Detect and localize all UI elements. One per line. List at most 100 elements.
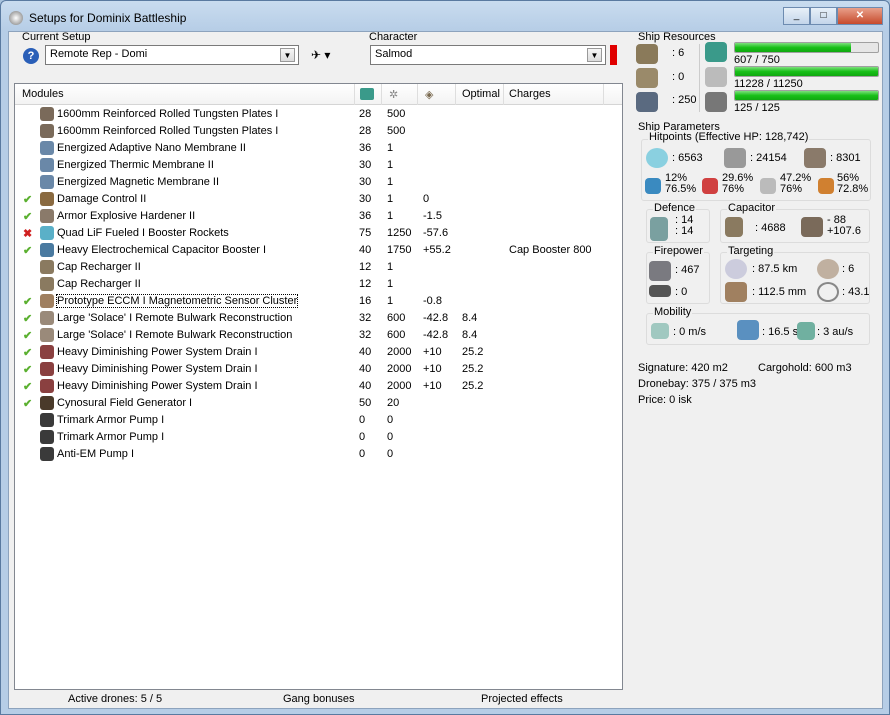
- offline-x-icon[interactable]: ✖: [23, 227, 32, 240]
- shield-hp: : 6563: [672, 152, 703, 164]
- module-cpu: 36: [359, 142, 372, 154]
- module-powergrid: 1: [387, 278, 394, 290]
- module-row[interactable]: ✔ Cynosural Field Generator I 50 20: [15, 395, 622, 412]
- col-charges[interactable]: Charges: [509, 88, 551, 104]
- module-name: Large 'Solace' I Remote Bulwark Reconstr…: [57, 329, 293, 341]
- title-bar: Setups for Dominix Battleship: [9, 8, 186, 28]
- projected-effects-button[interactable]: Projected effects: [481, 693, 563, 705]
- module-name: Trimark Armor Pump I: [57, 431, 165, 443]
- thermal-resist-icon: [702, 178, 718, 194]
- module-row[interactable]: Trimark Armor Pump I 0 0: [15, 412, 622, 429]
- cpu-bar: [734, 42, 879, 53]
- powergrid-col-icon[interactable]: ✲: [389, 88, 398, 104]
- module-row[interactable]: ✔ Large 'Solace' I Remote Bulwark Reconst…: [15, 327, 622, 344]
- minimize-button[interactable]: _: [783, 7, 810, 25]
- max-targets: : 6: [842, 263, 855, 275]
- module-row[interactable]: Trimark Armor Pump I 0 0: [15, 429, 622, 446]
- module-row[interactable]: ✔ Heavy Diminishing Power System Drain I 4…: [15, 378, 622, 395]
- active-check-icon[interactable]: ✔: [23, 380, 32, 393]
- module-row[interactable]: ✔ Damage Control II 30 1 0: [15, 191, 622, 208]
- maximize-button[interactable]: □: [810, 7, 837, 25]
- module-cpu: 40: [359, 363, 372, 375]
- module-row[interactable]: 1600mm Reinforced Rolled Tungsten Plates…: [15, 106, 622, 123]
- em-armor-resist: 76.5%: [665, 183, 697, 195]
- warp-speed: : 3 au/s: [817, 326, 854, 338]
- active-check-icon[interactable]: ✔: [23, 363, 32, 376]
- gang-bonuses-button[interactable]: Gang bonuses: [283, 693, 355, 705]
- structure-icon: [804, 148, 826, 168]
- module-row[interactable]: Energized Magnetic Membrane II 30 1: [15, 174, 622, 191]
- module-powergrid: 1750: [387, 244, 412, 256]
- module-powergrid: 20: [387, 397, 400, 409]
- app-icon: [9, 11, 23, 25]
- calibration-icon: [705, 92, 727, 112]
- powergrid-value: 11228 / 11250: [734, 78, 803, 90]
- character-value: Salmod: [375, 48, 413, 60]
- module-name: Cynosural Field Generator I: [57, 397, 193, 409]
- module-row[interactable]: ✔ Heavy Electrochemical Capacitor Booster…: [15, 242, 622, 259]
- close-button[interactable]: ✕: [837, 7, 883, 25]
- module-row[interactable]: ✖ Quad LiF Fueled I Booster Rockets 75 1250…: [15, 225, 622, 242]
- module-row[interactable]: 1600mm Reinforced Rolled Tungsten Plates…: [15, 123, 622, 140]
- targeting-title: Targeting: [727, 245, 775, 257]
- active-check-icon[interactable]: ✔: [23, 210, 32, 223]
- module-powergrid: 0: [387, 431, 394, 443]
- module-name: Energized Adaptive Nano Membrane II: [57, 142, 246, 154]
- window: Setups for Dominix Battleship _ □ ✕ Curr…: [0, 0, 890, 715]
- module-cpu: 0: [359, 431, 366, 443]
- ship-menu-button[interactable]: ✈ ▾: [311, 48, 330, 62]
- module-row[interactable]: ✔ Large 'Solace' I Remote Bulwark Reconst…: [15, 310, 622, 327]
- active-check-icon[interactable]: ✔: [23, 397, 32, 410]
- module-row[interactable]: ✔ Armor Explosive Hardener II 36 1 -1.5: [15, 208, 622, 225]
- module-cpu: 32: [359, 329, 372, 341]
- module-icon: [40, 226, 54, 240]
- module-row[interactable]: Cap Recharger II 12 1: [15, 259, 622, 276]
- module-row[interactable]: ✔ Heavy Diminishing Power System Drain I 4…: [15, 361, 622, 378]
- module-name: Cap Recharger II: [57, 261, 141, 273]
- powergrid-bar: [734, 66, 879, 77]
- character-select[interactable]: Salmod ▼: [370, 45, 606, 65]
- firepower-title: Firepower: [653, 245, 704, 257]
- firepower-group: Firepower : 467 : 0: [646, 245, 710, 304]
- module-powergrid: 1: [387, 142, 394, 154]
- active-check-icon[interactable]: ✔: [23, 312, 32, 325]
- price: Price: 0 isk: [638, 394, 692, 406]
- active-check-icon[interactable]: ✔: [23, 244, 32, 257]
- explosive-resist-icon: [818, 178, 834, 194]
- scan-resolution-icon: [725, 282, 747, 302]
- dps-icon: [649, 261, 671, 281]
- em-resist-icon: [645, 178, 661, 194]
- module-powergrid: 1: [387, 193, 394, 205]
- module-row[interactable]: ✔ Prototype ECCM I Magnetometric Sensor C…: [15, 293, 622, 310]
- launcher-slots-value: : 0: [672, 71, 685, 83]
- sensor-strength: : 43.1: [842, 286, 870, 298]
- hitpoints-title: Hitpoints (Effective HP: 128,742): [648, 131, 810, 143]
- active-check-icon[interactable]: ✔: [23, 346, 32, 359]
- col-modules[interactable]: Modules: [22, 88, 64, 104]
- setup-select[interactable]: Remote Rep - Domi ▼: [45, 45, 299, 65]
- module-row[interactable]: Energized Adaptive Nano Membrane II 36 1: [15, 140, 622, 157]
- module-name: Cap Recharger II: [57, 278, 141, 290]
- active-drones-status[interactable]: Active drones: 5 / 5: [68, 693, 162, 705]
- capacitor-icon: [725, 217, 743, 237]
- module-row[interactable]: Anti-EM Pump I 0 0: [15, 446, 622, 463]
- module-powergrid: 0: [387, 414, 394, 426]
- module-icon: [40, 175, 54, 189]
- module-row[interactable]: Cap Recharger II 12 1: [15, 276, 622, 293]
- active-check-icon[interactable]: ✔: [23, 295, 32, 308]
- module-row[interactable]: ✔ Heavy Diminishing Power System Drain I 4…: [15, 344, 622, 361]
- module-powergrid: 1: [387, 210, 394, 222]
- scan-resolution: : 112.5 mm: [752, 286, 807, 298]
- active-check-icon[interactable]: ✔: [23, 329, 32, 342]
- active-check-icon[interactable]: ✔: [23, 193, 32, 206]
- module-row[interactable]: Energized Thermic Membrane II 30 1: [15, 157, 622, 174]
- module-cpu: 28: [359, 108, 372, 120]
- col-optimal[interactable]: Optimal: [462, 88, 500, 104]
- module-capacitor: -42.8: [423, 312, 449, 324]
- module-optimal: 25.2: [462, 363, 484, 375]
- capacitor-col-icon[interactable]: ◈: [425, 88, 433, 104]
- modules-list[interactable]: Modules ✲ ◈ Optimal Charges 1600mm Reinf…: [14, 83, 623, 690]
- help-icon[interactable]: ?: [23, 48, 39, 64]
- cpu-col-icon[interactable]: [360, 88, 374, 100]
- module-icon: [40, 413, 54, 427]
